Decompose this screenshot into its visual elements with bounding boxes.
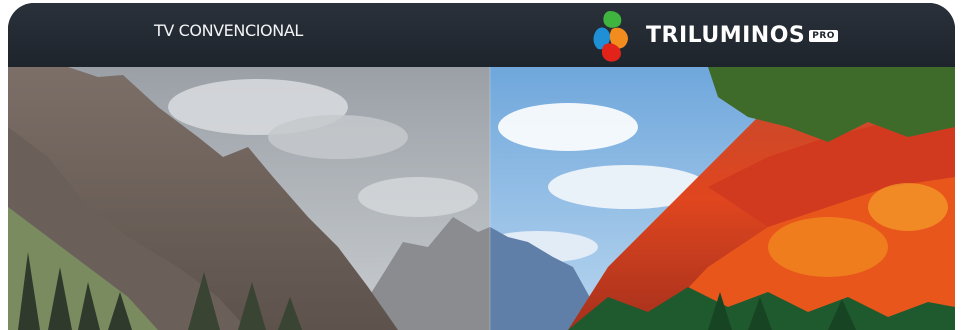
triluminos-brand: TRILUMINOS PRO: [590, 6, 838, 64]
conventional-tv-label: TV CONVENCIONAL: [154, 21, 303, 40]
landscape-comparison-image: [8, 67, 955, 330]
conventional-half: [8, 67, 490, 330]
tv-comparison-banner: TV CONVENCIONAL TRILUMINOS PRO: [8, 3, 955, 330]
triluminos-half: [490, 67, 955, 330]
triluminos-petal-logo-icon: [593, 11, 628, 62]
pro-badge: PRO: [809, 30, 838, 42]
comparison-header: TV CONVENCIONAL TRILUMINOS PRO: [8, 3, 955, 67]
triluminos-wordmark: TRILUMINOS: [646, 22, 806, 48]
